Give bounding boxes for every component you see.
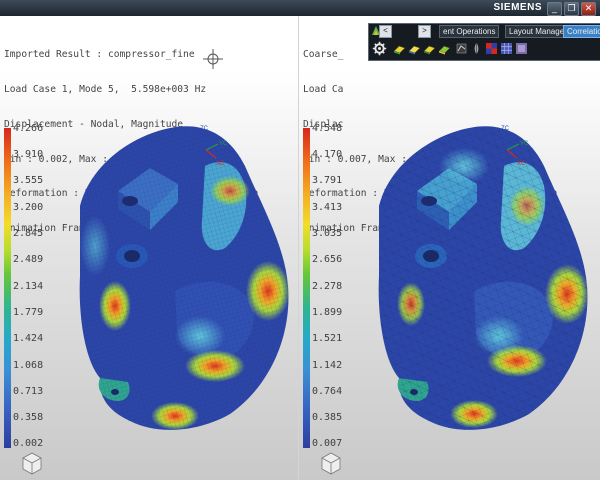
matrix-icon[interactable] xyxy=(485,42,498,55)
app-window: SIEMENS _ ❐ ✕ Imported Result : compress… xyxy=(0,0,600,480)
triad-zc-label: ZC xyxy=(200,126,209,132)
toolbar-icon-row xyxy=(369,38,600,60)
result-icon-3[interactable] xyxy=(423,42,436,55)
triad-xc-label: XC xyxy=(517,161,526,167)
tab-correlation[interactable]: Correlation xyxy=(563,25,600,38)
triad-xc-label: XC xyxy=(216,161,225,167)
minimize-button[interactable]: _ xyxy=(547,2,562,16)
compressor-model-fine[interactable] xyxy=(0,16,298,480)
coordinate-triad-icon: ZC YC XC xyxy=(200,126,228,167)
coordinate-triad-icon: ZC YC XC xyxy=(501,126,529,167)
viewport-right[interactable]: Coarse_ Load Ca Displac Min : 0.007, Max… xyxy=(299,16,600,480)
tab-layout-manager[interactable]: Layout Manager xyxy=(505,25,571,38)
brand-logo: SIEMENS xyxy=(493,2,542,13)
close-button[interactable]: ✕ xyxy=(581,2,596,16)
title-bar: SIEMENS _ ❐ ✕ xyxy=(0,0,600,16)
gear-icon[interactable] xyxy=(372,41,387,56)
viewport-left[interactable]: Imported Result : compressor_fine Load C… xyxy=(0,16,299,480)
mode-shape-icon[interactable] xyxy=(470,42,483,55)
triad-yc-label: YC xyxy=(219,141,228,147)
grid-icon[interactable] xyxy=(500,42,513,55)
toolbar-next-button[interactable]: > xyxy=(418,25,431,38)
result-icon-4[interactable] xyxy=(438,42,451,55)
triad-zc-label: ZC xyxy=(501,126,510,132)
toolbar-tab-strip: < > ent Operations Layout Manager Correl… xyxy=(369,24,600,38)
view-cube-icon[interactable] xyxy=(19,449,45,475)
restore-button[interactable]: ❐ xyxy=(564,2,579,16)
tab-operations[interactable]: ent Operations xyxy=(439,25,500,38)
view-cube-icon[interactable] xyxy=(318,449,344,475)
color-icon[interactable] xyxy=(515,42,528,55)
toolbar-prev-button[interactable]: < xyxy=(379,25,392,38)
mode-icon[interactable] xyxy=(455,42,468,55)
result-icon-1[interactable] xyxy=(393,42,406,55)
compressor-model-coarse[interactable] xyxy=(299,16,600,480)
correlation-toolbar: < > ent Operations Layout Manager Correl… xyxy=(368,23,600,61)
result-icon-2[interactable] xyxy=(408,42,421,55)
triad-yc-label: YC xyxy=(520,141,529,147)
